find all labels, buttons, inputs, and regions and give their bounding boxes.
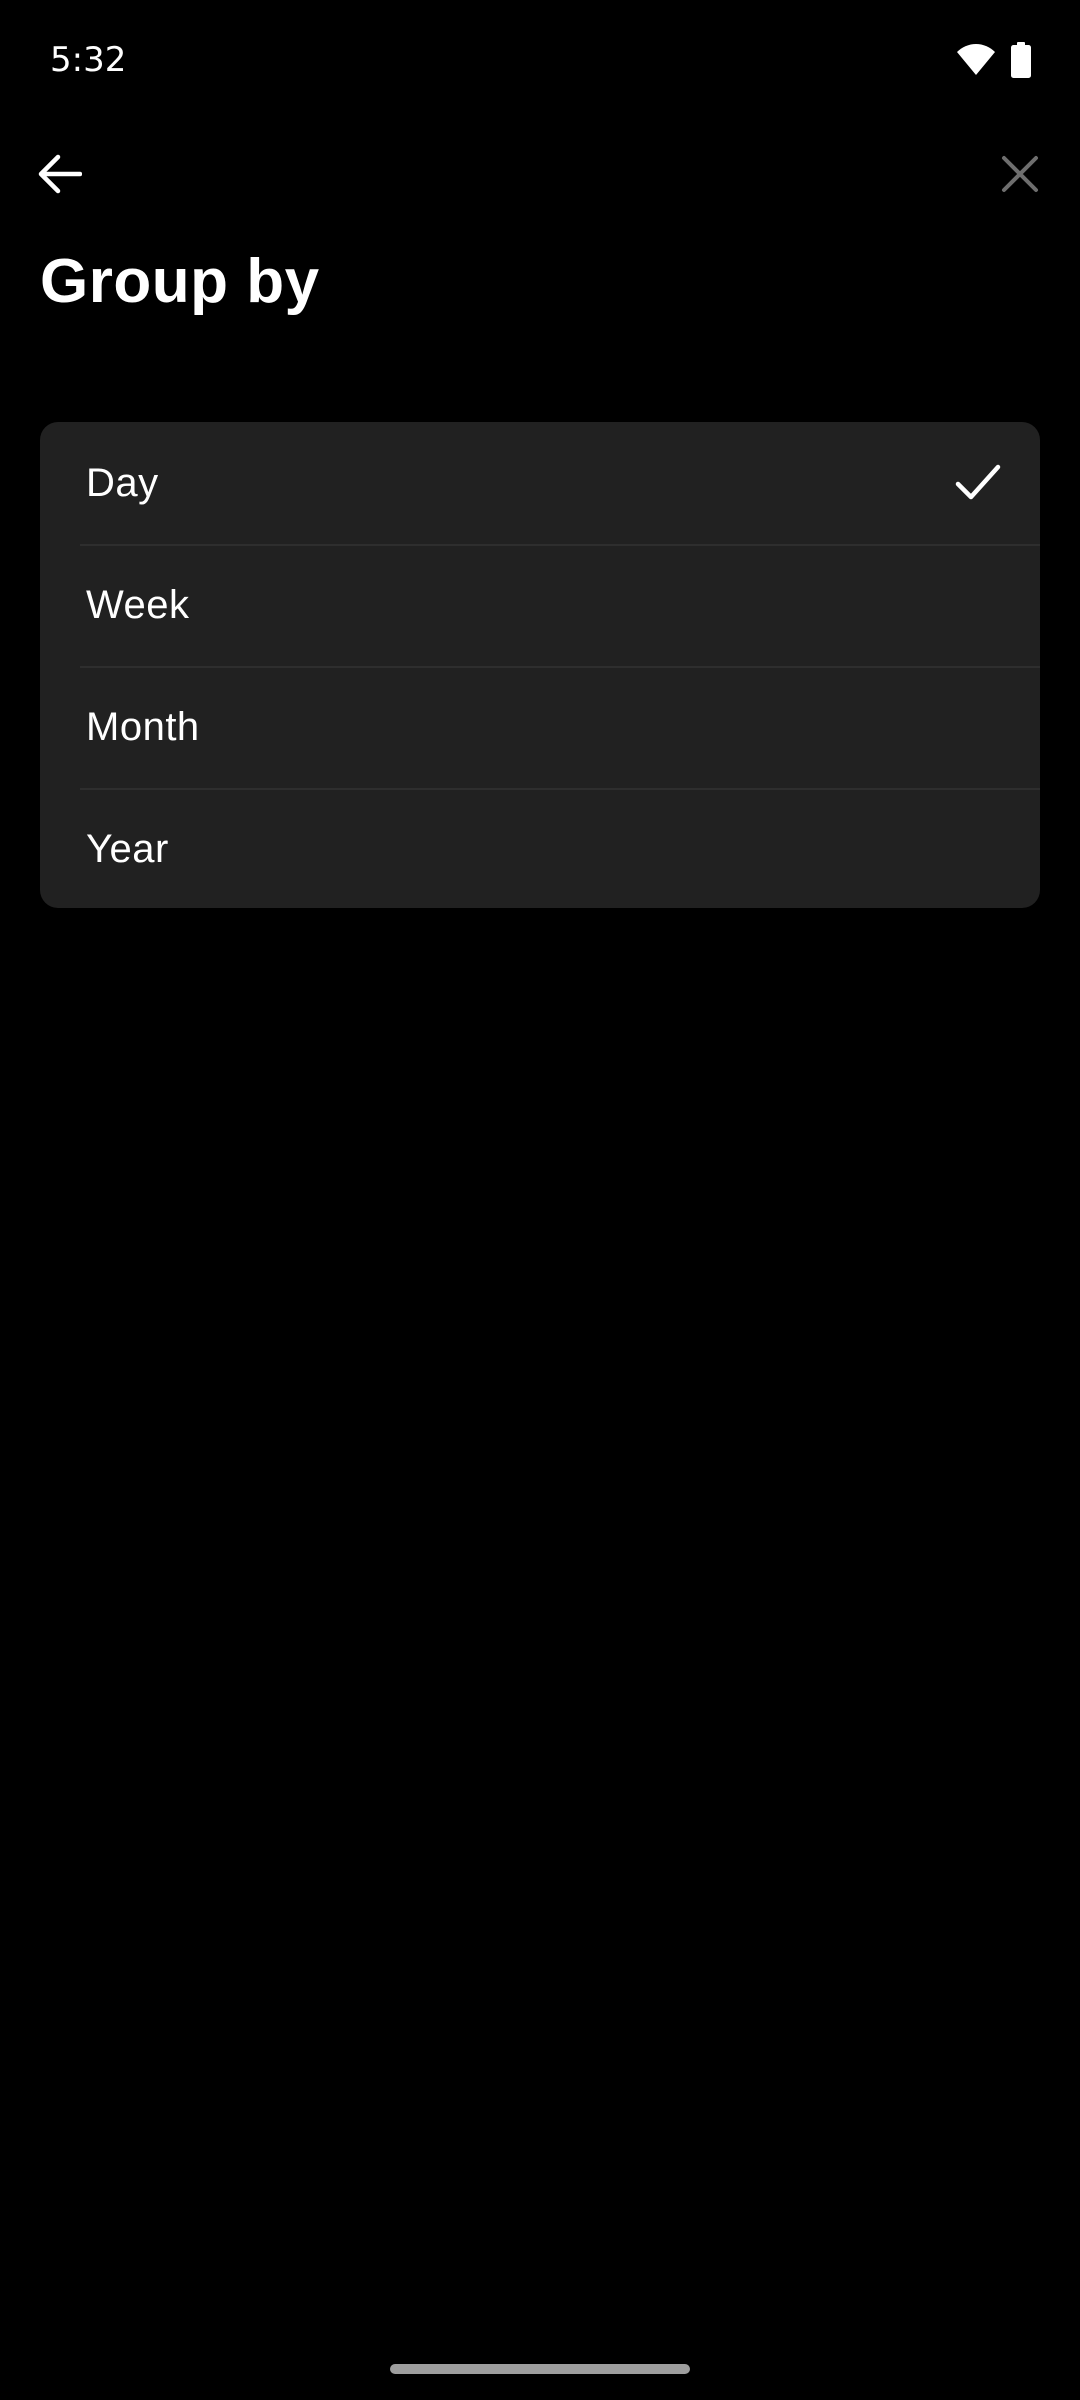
top-app-bar [0, 130, 1080, 226]
option-year[interactable]: Year [40, 788, 1040, 908]
close-icon [1001, 155, 1039, 198]
status-icons [956, 42, 1032, 83]
status-bar: 5:32 [0, 0, 1080, 124]
home-indicator[interactable] [390, 2364, 690, 2374]
option-label: Month [86, 704, 200, 749]
option-month[interactable]: Month [40, 666, 1040, 788]
group-by-screen: 5:32 Group by Day Week Month Year [0, 0, 1080, 2400]
close-button[interactable] [984, 140, 1056, 212]
option-label: Year [86, 826, 169, 871]
option-day[interactable]: Day [40, 422, 1040, 544]
check-icon [952, 457, 1004, 509]
page-title: Group by [40, 247, 320, 316]
arrow-back-icon [38, 154, 83, 199]
status-time: 5:32 [50, 40, 127, 80]
group-by-options-list: Day Week Month Year [40, 422, 1040, 908]
battery-icon [1010, 42, 1032, 83]
option-label: Week [86, 582, 190, 627]
wifi-icon [956, 43, 996, 82]
back-button[interactable] [24, 140, 96, 212]
option-label: Day [86, 460, 159, 505]
option-week[interactable]: Week [40, 544, 1040, 666]
